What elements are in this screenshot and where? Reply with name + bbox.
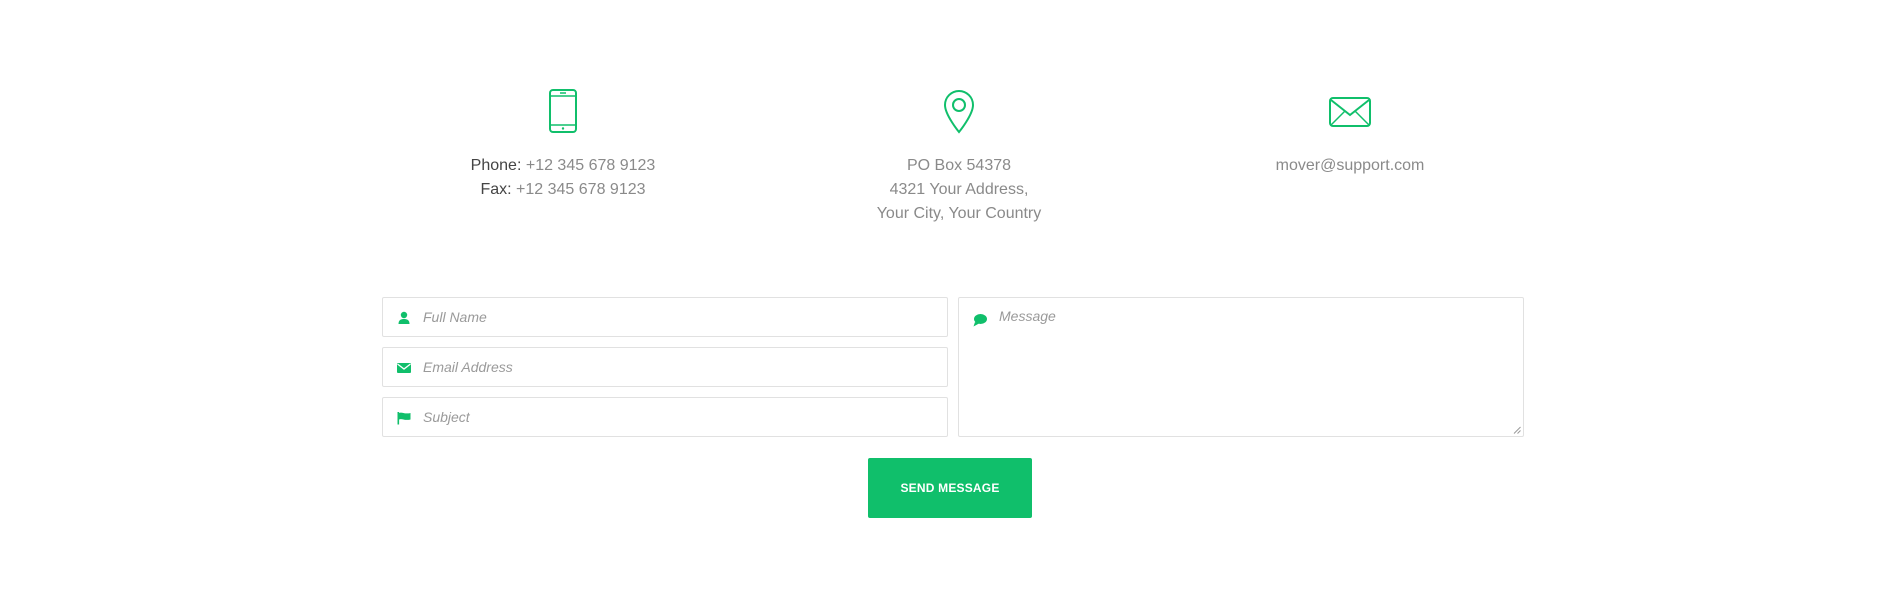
subject-field (382, 397, 948, 437)
address-line-3: Your City, Your Country (876, 205, 1042, 222)
address-line-1: PO Box 54378 (906, 157, 1012, 174)
message-textarea[interactable] (999, 308, 1513, 432)
contact-section: Phone: +12 345 678 9123 Fax: +12 345 678… (0, 0, 1903, 597)
subject-input[interactable] (423, 398, 933, 436)
send-message-button[interactable]: SEND MESSAGE (868, 458, 1032, 518)
fax-line: Fax: +12 345 678 9123 (403, 178, 723, 202)
user-icon (398, 311, 410, 324)
map-pin-icon (799, 88, 1119, 134)
phone-info: Phone: +12 345 678 9123 Fax: +12 345 678… (403, 88, 723, 202)
fax-label: Fax: (480, 181, 512, 198)
phone-label: Phone: (470, 157, 522, 174)
comment-icon (973, 314, 987, 327)
phone-line: Phone: +12 345 678 9123 (403, 154, 723, 178)
email-input[interactable] (423, 348, 933, 386)
support-email-link[interactable]: mover@support.com (1190, 154, 1510, 178)
fax-number: +12 345 678 9123 (516, 181, 646, 198)
envelope-small-icon (397, 363, 411, 373)
address-line-2: 4321 Your Address, (889, 181, 1029, 198)
email-info: mover@support.com (1190, 88, 1510, 178)
flag-icon (397, 412, 411, 425)
full-name-input[interactable] (423, 298, 933, 336)
tablet-icon (403, 88, 723, 134)
full-name-field (382, 297, 948, 337)
resize-grip-icon[interactable] (1513, 426, 1521, 434)
envelope-icon (1190, 88, 1510, 134)
phone-number: +12 345 678 9123 (525, 157, 656, 174)
email-field (382, 347, 948, 387)
message-field (958, 297, 1524, 437)
address-info: PO Box 54378 4321 Your Address, Your Cit… (799, 88, 1119, 226)
